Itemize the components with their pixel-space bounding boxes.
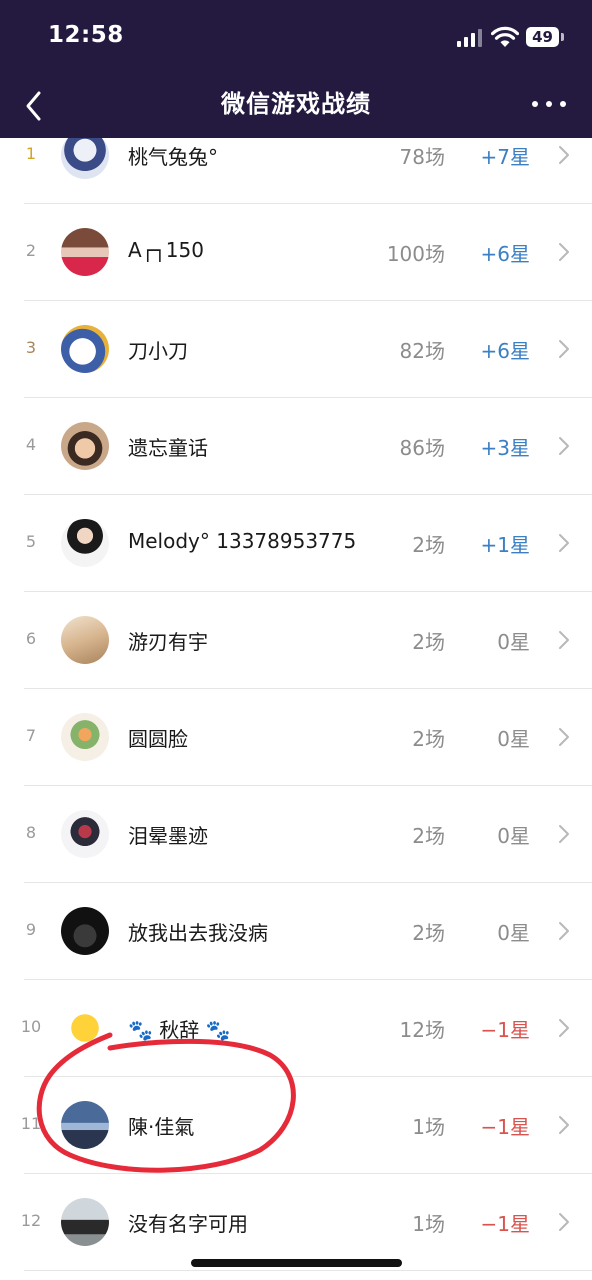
rank-number: 9 <box>25 920 37 939</box>
star-change: 0星 <box>497 921 530 945</box>
home-indicator[interactable] <box>191 1259 402 1267</box>
chevron-right-icon <box>559 146 569 164</box>
chevron-right-icon <box>559 1019 569 1037</box>
player-name: Melody° 13378953775 <box>128 529 357 553</box>
list-item[interactable]: 10 🐾 秋辞 🐾 12场 −1星 <box>0 980 592 1077</box>
rank-number: 5 <box>25 532 37 551</box>
chevron-right-icon <box>559 340 569 358</box>
rank-number: 1 <box>25 144 37 163</box>
star-change: +1星 <box>480 533 530 557</box>
ellipsis-icon[interactable] <box>532 101 566 109</box>
games-count: 78场 <box>399 145 445 169</box>
star-change: 0星 <box>497 727 530 751</box>
rank-number: 11 <box>20 1114 42 1133</box>
list-item[interactable]: 8 泪晕墨迹 2场 0星 <box>0 786 592 883</box>
games-count: 82场 <box>399 339 445 363</box>
games-count: 1场 <box>412 1115 445 1139</box>
chevron-right-icon <box>559 243 569 261</box>
white-bird-avatar <box>61 325 109 373</box>
games-count: 2场 <box>412 533 445 557</box>
list-item[interactable]: 12 没有名字可用 1场 −1星 <box>0 1174 592 1271</box>
games-count: 2场 <box>412 921 445 945</box>
games-count: 12场 <box>399 1018 445 1042</box>
rank-number: 10 <box>20 1017 42 1036</box>
player-name: 陳·佳氣 <box>128 1115 195 1139</box>
rank-number: 3 <box>25 338 37 357</box>
player-name: A┌┐150 <box>128 238 204 262</box>
list-item[interactable]: 2 A┌┐150 100场 +6星 <box>0 204 592 301</box>
battery-tip <box>561 33 564 41</box>
woman-portrait-avatar <box>61 519 109 567</box>
page-title: 微信游戏战绩 <box>221 90 371 118</box>
star-change: −1星 <box>480 1212 530 1236</box>
chevron-right-icon <box>559 437 569 455</box>
rank-number: 12 <box>20 1211 42 1230</box>
player-name: 没有名字可用 <box>128 1212 248 1236</box>
chevron-right-icon <box>559 631 569 649</box>
star-change: +6星 <box>480 242 530 266</box>
status-time: 12:58 <box>48 22 124 48</box>
player-name: 游刃有宇 <box>128 630 208 654</box>
chevron-right-icon <box>559 534 569 552</box>
city-night-avatar <box>61 1101 109 1149</box>
list-item[interactable]: 3 刀小刀 82场 +6星 <box>0 301 592 398</box>
star-change: 0星 <box>497 630 530 654</box>
street-person-avatar <box>61 1198 109 1246</box>
star-change: +7星 <box>480 145 530 169</box>
chevron-right-icon <box>559 728 569 746</box>
header-bar: 12:58 49 微信游戏战绩 <box>0 0 592 138</box>
cellular-signal-icon <box>457 29 483 47</box>
player-name: 放我出去我没病 <box>128 921 268 945</box>
games-count: 2场 <box>412 824 445 848</box>
rank-number: 7 <box>25 726 37 745</box>
player-name: 圆圆脸 <box>128 727 188 751</box>
chevron-right-icon <box>559 1116 569 1134</box>
games-count: 100场 <box>386 242 445 266</box>
sun-emoji-avatar <box>61 1004 109 1052</box>
beige-photo-avatar <box>61 616 109 664</box>
chevron-right-icon <box>559 825 569 843</box>
list-item[interactable]: 6 游刃有宇 2场 0星 <box>0 592 592 689</box>
chevron-right-icon <box>559 1213 569 1231</box>
dark-photo-avatar <box>61 907 109 955</box>
star-change: 0星 <box>497 824 530 848</box>
list-item[interactable]: 7 圆圆脸 2场 0星 <box>0 689 592 786</box>
child-portrait-avatar <box>61 422 109 470</box>
rank-number: 6 <box>25 629 37 648</box>
chevron-right-icon <box>559 922 569 940</box>
games-count: 1场 <box>412 1212 445 1236</box>
anime-girl-avatar <box>61 131 109 179</box>
rank-number: 2 <box>25 241 37 260</box>
battery-icon: 49 <box>526 27 559 47</box>
flower-bouquet-avatar <box>61 713 109 761</box>
game-record-page: 12:58 49 微信游戏战绩 1 桃气兔兔° 78场 +7星 2 A┌┐150 100场 +… <box>0 0 592 1280</box>
player-name: 遗忘童话 <box>128 436 208 460</box>
list-item[interactable]: 5 Melody° 13378953775 2场 +1星 <box>0 495 592 592</box>
festival-poster-avatar <box>61 228 109 276</box>
star-change: +6星 <box>480 339 530 363</box>
player-name: 泪晕墨迹 <box>128 824 208 848</box>
player-name: 🐾 秋辞 🐾 <box>128 1018 231 1042</box>
ink-art-avatar <box>61 810 109 858</box>
rank-number: 4 <box>25 435 37 454</box>
player-name: 刀小刀 <box>128 339 188 363</box>
wifi-icon <box>491 26 519 47</box>
star-change: −1星 <box>480 1018 530 1042</box>
star-change: −1星 <box>480 1115 530 1139</box>
games-count: 2场 <box>412 630 445 654</box>
list-item[interactable]: 9 放我出去我没病 2场 0星 <box>0 883 592 980</box>
games-count: 86场 <box>399 436 445 460</box>
list-item[interactable]: 11 陳·佳氣 1场 −1星 <box>0 1077 592 1174</box>
list-item[interactable]: 4 遗忘童话 86场 +3星 <box>0 398 592 495</box>
player-name: 桃气兔兔° <box>128 145 218 169</box>
ranking-list: 1 桃气兔兔° 78场 +7星 2 A┌┐150 100场 +6星 3 刀小刀 82场 +6星 4 遗忘童… <box>0 107 592 1271</box>
star-change: +3星 <box>480 436 530 460</box>
rank-number: 8 <box>25 823 37 842</box>
games-count: 2场 <box>412 727 445 751</box>
